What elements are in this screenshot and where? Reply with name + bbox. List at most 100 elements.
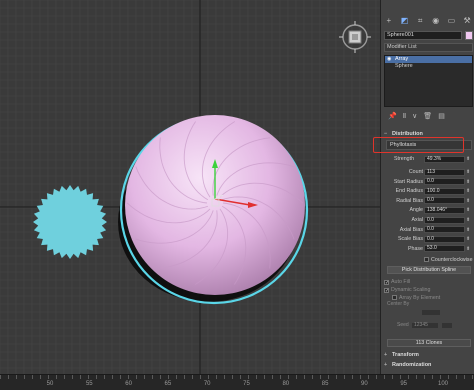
modifier-stack[interactable]: ◉ Array Sphere — [384, 55, 473, 107]
ruler-tick — [88, 375, 89, 379]
param-row: Start Radius 0.0 ⬍ — [384, 178, 473, 186]
param-row: Radial Bias 0.0 ⬍ — [384, 197, 473, 205]
ruler-tick — [120, 375, 121, 379]
ruler-tick — [248, 375, 249, 379]
checkbox-box[interactable] — [384, 287, 389, 293]
eye-icon[interactable]: ◉ — [387, 56, 391, 63]
configure-sets-icon[interactable]: ▤ — [438, 112, 445, 120]
ruler-tick — [408, 375, 409, 379]
ruler-label: 95 — [400, 381, 408, 387]
ruler-tick — [0, 375, 1, 379]
ruler-label: 75 — [243, 381, 250, 387]
clones-count-button[interactable]: 113 Clones — [387, 339, 471, 347]
ruler-tick — [8, 375, 9, 379]
param-value-field[interactable]: 0.0 — [424, 216, 465, 224]
checkbox-box[interactable] — [384, 279, 389, 285]
seed-random-button[interactable] — [441, 322, 453, 329]
param-value-field[interactable]: 0.0 — [424, 197, 465, 205]
spinner-icon[interactable]: ⬍ — [466, 216, 470, 224]
stack-item-label: Sphere — [395, 63, 413, 69]
hierarchy-tab-icon[interactable]: ⌗ — [415, 16, 425, 26]
ruler-label: 55 — [85, 381, 93, 387]
param-label: Phase — [407, 245, 423, 252]
ruler-tick — [176, 375, 177, 379]
perspective-viewport[interactable] — [0, 0, 380, 374]
ruler-tick — [392, 375, 393, 379]
param-label: Angle — [409, 207, 423, 214]
create-tab-icon[interactable]: + — [384, 16, 394, 26]
param-label: Axial Bias — [399, 226, 423, 233]
randomization-rollout-header[interactable]: + Randomization — [384, 361, 473, 369]
motion-tab-icon[interactable]: ◉ — [431, 16, 441, 26]
ruler-tick — [216, 375, 217, 379]
counterclockwise-checkbox[interactable]: Counterclockwise — [384, 256, 473, 264]
modifier-list-dropdown[interactable]: Modifier List — [384, 43, 473, 52]
pin-stack-icon[interactable]: 📌 — [388, 112, 397, 120]
center-by-field[interactable] — [421, 309, 441, 316]
ruler-label: 50 — [46, 381, 54, 387]
ruler-label: 60 — [125, 381, 132, 387]
ruler-label: 85 — [321, 381, 329, 387]
spinner-icon[interactable]: ⬍ — [466, 206, 470, 214]
ruler-tick — [128, 375, 129, 379]
ruler-tick — [96, 375, 97, 379]
ruler-tick — [232, 375, 233, 379]
pick-distribution-spline-button[interactable]: Pick Distribution Spline — [387, 266, 471, 274]
param-value-field[interactable]: 138.046° — [424, 206, 465, 214]
auto-fill-checkbox[interactable]: Auto Fill — [384, 278, 473, 286]
param-value-field[interactable]: 49.3% — [424, 155, 465, 163]
remove-modifier-icon[interactable]: 🗑 — [423, 112, 432, 120]
stack-item-sphere[interactable]: Sphere — [385, 63, 472, 70]
param-row: Phase 53.0 ⬍ — [384, 245, 473, 253]
checkbox-label: Counterclockwise — [431, 257, 473, 263]
param-value-field[interactable]: 0.0 — [424, 178, 465, 186]
spinner-icon[interactable]: ⬍ — [466, 155, 470, 163]
param-value-field[interactable]: 100.0 — [424, 187, 465, 195]
utilities-tab-icon[interactable]: ⚒ — [462, 16, 472, 26]
ruler-tick — [32, 375, 33, 379]
viewport-canvas[interactable] — [0, 0, 380, 374]
ruler-tick — [456, 375, 457, 379]
ruler-tick — [192, 375, 193, 379]
ruler-tick — [104, 375, 105, 379]
spinner-icon[interactable]: ⬍ — [466, 226, 470, 234]
spinner-icon[interactable]: ⬍ — [466, 197, 470, 205]
ruler-tick — [152, 375, 153, 379]
display-tab-icon[interactable]: ▭ — [446, 16, 456, 26]
checkbox-box[interactable] — [424, 256, 429, 262]
seed-field[interactable]: 12345 — [411, 322, 439, 329]
stack-item-array[interactable]: ◉ Array — [385, 56, 472, 63]
object-name-field[interactable]: Sphere001 — [384, 31, 462, 40]
modify-tab-icon[interactable]: ◩ — [399, 16, 409, 26]
checkbox-box[interactable] — [392, 294, 397, 300]
param-label: Strength — [394, 156, 415, 162]
show-end-result-icon[interactable]: Ⅱ — [403, 112, 406, 120]
param-value-field[interactable]: 0.0 — [424, 235, 465, 243]
ruler-tick — [264, 375, 265, 379]
param-value-field[interactable]: 113 — [424, 168, 465, 176]
spinner-icon[interactable]: ⬍ — [466, 235, 470, 243]
timeline-ruler[interactable]: 50 55 60 65 70 75 80 85 90 95 100 — [0, 374, 474, 390]
param-value-field[interactable]: 0.0 — [424, 226, 465, 234]
spinner-icon[interactable]: ⬍ — [466, 187, 470, 195]
ruler-tick — [376, 375, 377, 379]
ruler-tick — [184, 375, 185, 379]
make-unique-icon[interactable]: ∨ — [412, 112, 417, 120]
command-panel-tabs: + ◩ ⌗ ◉ ▭ ⚒ — [381, 14, 474, 28]
param-label: Start Radius — [393, 178, 423, 185]
ruler-tick — [240, 375, 241, 379]
dynamic-scaling-checkbox[interactable]: Dynamic Scaling — [384, 286, 473, 294]
ruler-tick — [80, 375, 81, 379]
spinner-icon[interactable]: ⬍ — [466, 245, 470, 253]
spinner-icon[interactable]: ⬍ — [466, 168, 470, 176]
ruler-label: 90 — [361, 381, 368, 387]
ruler-tick — [344, 375, 345, 379]
ruler-tick — [160, 375, 161, 379]
ruler-tick — [328, 375, 329, 379]
transform-rollout-header[interactable]: + Transform — [384, 351, 473, 359]
param-row: Scale Bias 0.0 ⬍ — [384, 235, 473, 243]
spinner-icon[interactable]: ⬍ — [466, 178, 470, 186]
stack-item-label: Array — [395, 56, 409, 62]
param-value-field[interactable]: 53.0 — [424, 245, 465, 253]
object-color-swatch[interactable] — [465, 31, 473, 40]
